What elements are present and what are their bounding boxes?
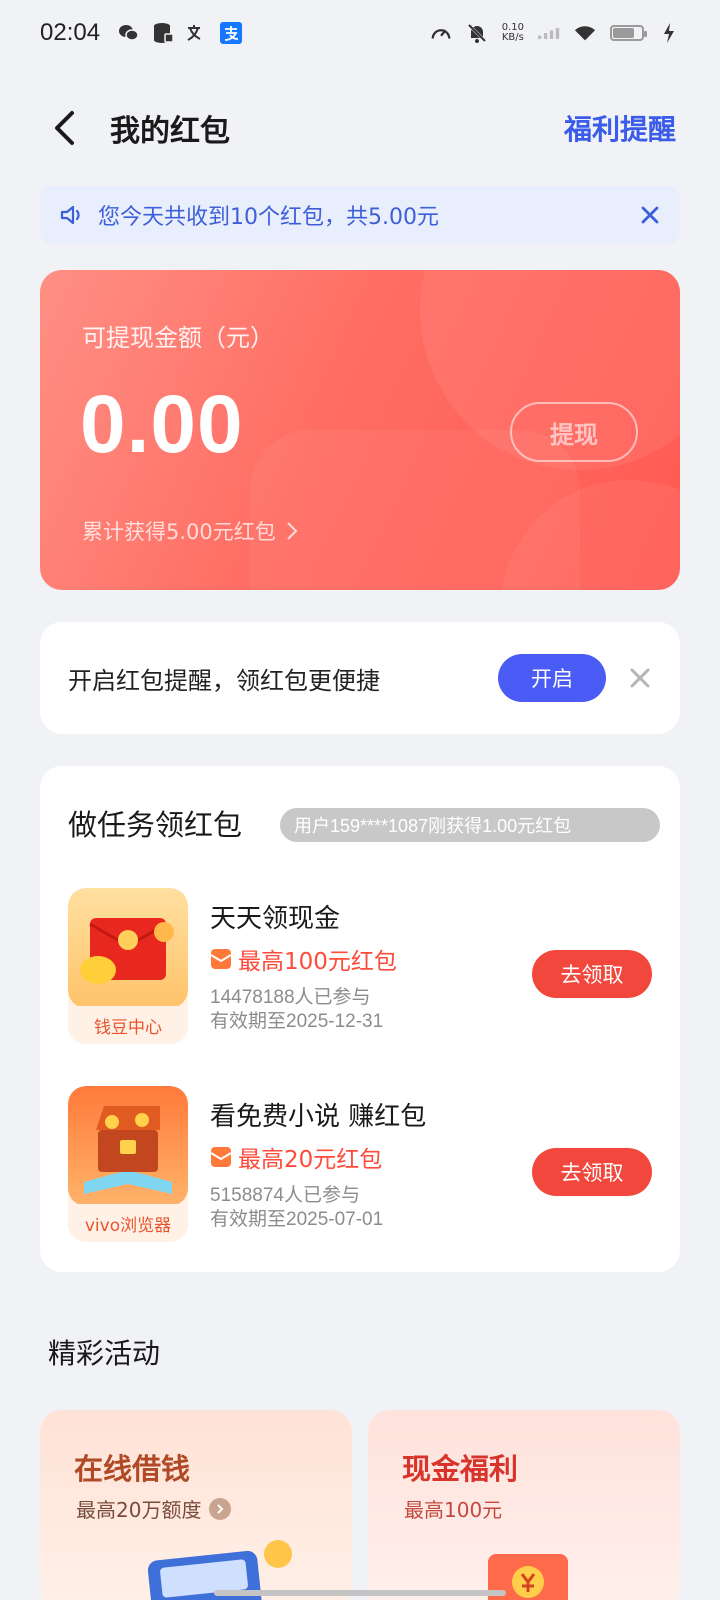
task-item[interactable]: vivo浏览器 看免费小说 赚红包 最高20元红包 5158874人已参与 有效… (68, 1086, 652, 1246)
enable-reminder-button[interactable]: 开启 (498, 654, 606, 702)
notice-banner: 您今天共收到10个红包，共5.00元 (40, 186, 680, 244)
benefit-reminder-link[interactable]: 福利提醒 (564, 108, 676, 148)
page-header: 我的红包 福利提醒 (0, 92, 720, 164)
activities-title: 精彩活动 (48, 1337, 161, 1370)
notification-icons (118, 22, 243, 44)
total-earned-link[interactable]: 累计获得5.00元红包 (82, 516, 298, 546)
task-section-title: 做任务领红包 (68, 808, 243, 842)
red-envelope-icon (210, 949, 232, 969)
speaker-icon (60, 204, 86, 226)
notice-text: 您今天共收到10个红包，共5.00元 (98, 205, 439, 230)
red-envelope-icon (68, 888, 188, 1008)
withdraw-button[interactable]: 提现 (510, 402, 638, 462)
close-icon (641, 206, 659, 224)
task-reward: 最高20元红包 (210, 1140, 382, 1174)
task-meta: 14478188人已参与 有效期至2025-12-31 (210, 987, 384, 1032)
translate-icon (186, 22, 208, 44)
back-button[interactable] (44, 108, 84, 148)
activity-card-cash[interactable]: 现金福利 最高100元 (368, 1410, 680, 1600)
reminder-text: 开启红包提醒，领红包更便捷 (68, 666, 380, 695)
battery-icon (610, 25, 647, 41)
signal-icon (538, 22, 560, 44)
chevron-right-icon (209, 1497, 232, 1520)
claim-button[interactable]: 去领取 (532, 1148, 652, 1196)
app-icon-vivo-browser: vivo浏览器 (68, 1086, 188, 1242)
reward-ticker: 用户159****1087刚获得1.00元红包 (280, 808, 660, 842)
wechat-icon (118, 22, 140, 44)
speedometer-icon (430, 22, 452, 44)
reminder-close-button[interactable] (628, 666, 652, 690)
net-speed: 0.10 KB/s (501, 22, 524, 43)
task-reward: 最高100元红包 (210, 942, 397, 976)
chevron-right-icon (287, 522, 298, 540)
task-name: 看免费小说 赚红包 (210, 1102, 427, 1132)
red-envelope-icon (210, 1147, 232, 1167)
status-time: 02:04 (40, 19, 101, 46)
task-card: 做任务领红包 用户159****1087刚获得1.00元红包 钱豆中心 天天领现… (40, 766, 680, 1272)
task-meta: 5158874人已参与 有效期至2025-07-01 (210, 1185, 384, 1230)
activity-card-loan[interactable]: 在线借钱 最高20万额度 (40, 1410, 352, 1600)
notice-close-button[interactable] (640, 205, 660, 225)
app-icon-qiandou: 钱豆中心 (68, 888, 188, 1044)
database-icon (152, 22, 174, 44)
chevron-left-icon (55, 111, 74, 145)
task-name: 天天领现金 (210, 904, 341, 934)
page-title: 我的红包 (110, 114, 230, 149)
wifi-icon (574, 22, 596, 44)
task-item[interactable]: 钱豆中心 天天领现金 最高100元红包 14478188人已参与 有效期至202… (68, 888, 652, 1048)
reminder-card: 开启红包提醒，领红包更便捷 开启 (40, 622, 680, 734)
balance-label: 可提现金额（元） (82, 324, 274, 352)
treasure-chest-icon (68, 1086, 188, 1206)
close-icon (630, 668, 650, 688)
claim-button[interactable]: 去领取 (532, 950, 652, 998)
balance-amount: 0.00 (80, 379, 244, 470)
status-bar: 02:04 0.10 KB/s (0, 0, 720, 66)
mute-bell-icon (466, 22, 488, 44)
balance-card: 可提现金额（元） 0.00 提现 累计获得5.00元红包 (40, 270, 680, 590)
home-indicator[interactable] (214, 1590, 506, 1596)
charging-icon (658, 22, 680, 44)
alipay-icon (220, 22, 243, 44)
